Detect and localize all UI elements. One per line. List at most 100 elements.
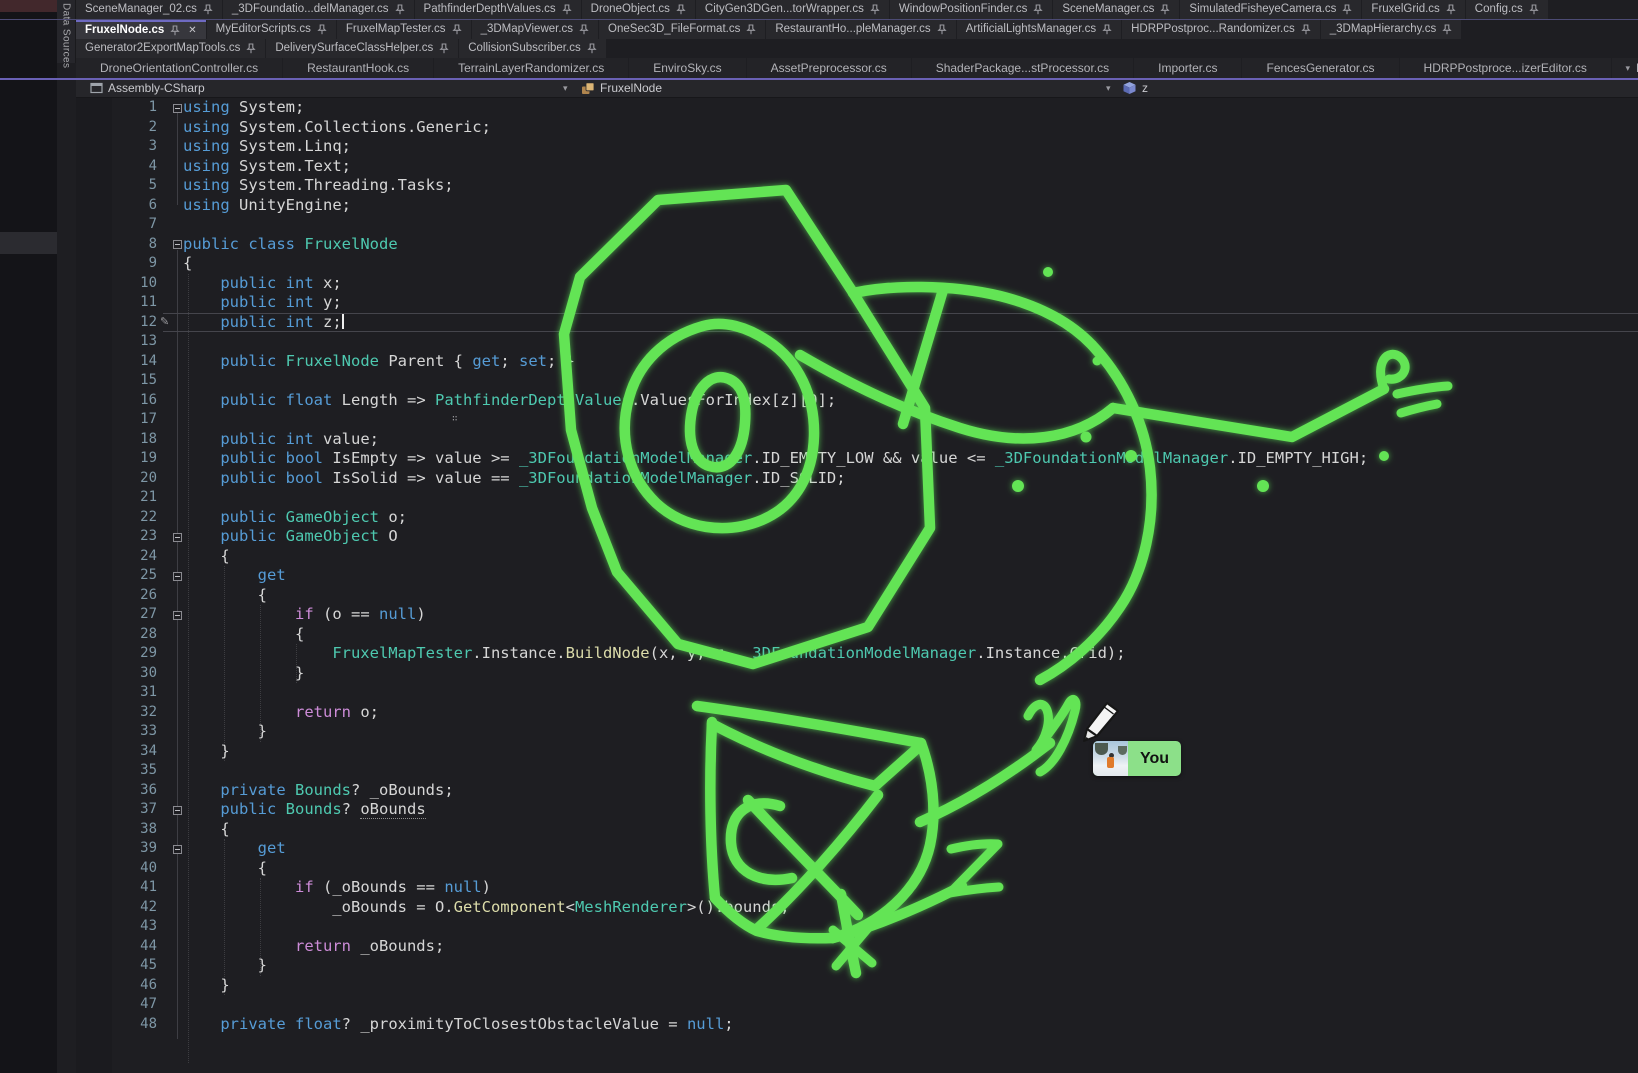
- tab-shaderpackage-stprocessor-cs[interactable]: ShaderPackage...stProcessor.cs: [912, 58, 1133, 78]
- tab-hdrppostproc-randomizer-cs[interactable]: HDRPPostproc...Randomizer.cs: [1122, 20, 1320, 39]
- pin-icon[interactable]: [395, 4, 405, 15]
- tab-label: AssetPreprocessor.cs: [771, 61, 887, 75]
- code-line-34: }: [183, 742, 1638, 762]
- collapse-region-toggle[interactable]: [173, 572, 182, 581]
- tab-row-4: DroneOrientationController.csRestaurantH…: [76, 58, 1638, 78]
- tab-collisionsubscriber-cs[interactable]: CollisionSubscriber.cs: [459, 39, 606, 58]
- pin-icon[interactable]: [1160, 4, 1170, 15]
- pin-icon[interactable]: [1102, 24, 1112, 35]
- tab-pathfinderdepthvalues-cs[interactable]: PathfinderDepthValues.cs: [415, 0, 581, 19]
- pin-icon[interactable]: [203, 4, 213, 15]
- tab-generator2exportmaptools-cs[interactable]: Generator2ExportMapTools.cs: [76, 39, 265, 58]
- tab-scenemanager-02-cs[interactable]: SceneManager_02.cs: [76, 0, 222, 19]
- vs-ide-window: Data Sources SceneManager_02.cs_3DFounda…: [0, 0, 1638, 1073]
- pin-icon[interactable]: [579, 24, 589, 35]
- pin-icon[interactable]: [746, 24, 756, 35]
- collapse-region-toggle[interactable]: [173, 533, 182, 542]
- code-text-area[interactable]: using System;using System.Collections.Ge…: [76, 98, 1638, 1073]
- tab-label: TerrainLayerRandomizer.cs: [458, 61, 604, 75]
- code-line-48: private float? _proximityToClosestObstac…: [183, 1015, 1638, 1035]
- pin-icon[interactable]: [676, 4, 686, 15]
- tab-importer-cs[interactable]: Importer.cs: [1134, 58, 1241, 78]
- tab-artificiallightsmanager-cs[interactable]: ArtificialLightsManager.cs: [957, 20, 1121, 39]
- pin-icon[interactable]: [1342, 4, 1352, 15]
- pin-icon[interactable]: [317, 24, 327, 35]
- collapse-region-toggle[interactable]: [173, 240, 182, 249]
- pin-icon[interactable]: [562, 4, 572, 15]
- tab-label: HDRPPostproce...izerEditor.cs: [1424, 61, 1587, 75]
- current-line-highlight: [163, 313, 1638, 333]
- code-line-33: }: [183, 722, 1638, 742]
- pin-icon[interactable]: [587, 43, 597, 54]
- code-line-10: public int x;: [183, 274, 1638, 294]
- tab-droneobject-cs[interactable]: DroneObject.cs: [582, 0, 695, 19]
- type-dropdown-chevron-icon[interactable]: ▾: [1106, 83, 1111, 94]
- tab-hdrppostproce-izereditor-cs[interactable]: HDRPPostproce...izerEditor.cs: [1400, 58, 1611, 78]
- tab-scenemanager-cs[interactable]: SceneManager.cs: [1053, 0, 1179, 19]
- tab-terrainlayerrandomizer-cs[interactable]: TerrainLayerRandomizer.cs: [434, 58, 628, 78]
- code-line-35: [183, 761, 1638, 781]
- pin-icon[interactable]: [937, 24, 947, 35]
- tab-simulatedfisheyecamera-cs[interactable]: SimulatedFisheyeCamera.cs: [1180, 0, 1361, 19]
- collapse-region-toggle[interactable]: [173, 806, 182, 815]
- project-dropdown-chevron-icon[interactable]: ▾: [563, 83, 568, 94]
- pin-icon[interactable]: [452, 24, 462, 35]
- code-line-26: {: [183, 586, 1638, 606]
- tool-window-tab-data-sources[interactable]: Data Sources: [57, 0, 76, 63]
- member-dropdown[interactable]: z: [1122, 80, 1148, 97]
- pin-icon[interactable]: [246, 43, 256, 54]
- tab-onesec3d-fileformat-cs[interactable]: OneSec3D_FileFormat.cs: [599, 20, 765, 39]
- tab-label: DroneObject.cs: [591, 3, 670, 15]
- tab-fruxelnode-cs[interactable]: FruxelNode.cs ✕: [76, 20, 206, 39]
- code-line-8: public class FruxelNode: [183, 235, 1638, 255]
- tab-label: Importer.cs: [1158, 61, 1217, 75]
- pin-icon[interactable]: [870, 4, 880, 15]
- code-line-27: if (o == null): [183, 605, 1638, 625]
- tab--3dfoundatio-delmanager-cs[interactable]: _3DFoundatio...delManager.cs: [223, 0, 414, 19]
- tab-myeditorscripts-cs[interactable]: MyEditorScripts.cs: [207, 20, 336, 39]
- pin-icon[interactable]: [1033, 4, 1043, 15]
- pin-icon[interactable]: [1442, 24, 1452, 35]
- tab-fencesgenerator-cs[interactable]: FencesGenerator.cs: [1242, 58, 1398, 78]
- project-dropdown[interactable]: Assembly-CSharp: [90, 80, 205, 97]
- class-icon: [581, 82, 595, 95]
- tab--3dmaphierarchy-cs[interactable]: _3DMapHierarchy.cs: [1321, 20, 1462, 39]
- pin-icon[interactable]: [1301, 24, 1311, 35]
- code-line-42: _oBounds = O.GetComponent<MeshRenderer>(…: [183, 898, 1638, 918]
- tab-droneorientationcontroller-cs[interactable]: DroneOrientationController.cs: [76, 58, 282, 78]
- annotation-cursor-label: You: [1093, 741, 1181, 776]
- code-editor[interactable]: 123456789101112✎131415161718192021222324…: [76, 98, 1638, 1073]
- pin-icon[interactable]: [1529, 4, 1539, 15]
- tab-config-cs[interactable]: Config.cs: [1466, 0, 1548, 19]
- project-name: Assembly-CSharp: [108, 81, 205, 95]
- tab-restauranthook-cs[interactable]: RestaurantHook.cs: [283, 58, 433, 78]
- tab-close-icon[interactable]: ✕: [188, 25, 196, 36]
- tab-citygen3dgen-torwrapper-cs[interactable]: CityGen3DGen...torWrapper.cs: [696, 0, 889, 19]
- code-line-19: public bool IsEmpty => value >= _3DFound…: [183, 449, 1638, 469]
- tab-fruxelgrid-cs[interactable]: FruxelGrid.cs: [1362, 0, 1464, 19]
- tab-label: FencesGenerator.cs: [1266, 61, 1374, 75]
- pin-icon[interactable]: [170, 25, 180, 36]
- tab-overflow-icon[interactable]: ▾: [1625, 63, 1630, 74]
- tab-envirosky-cs[interactable]: EnviroSky.cs: [629, 58, 745, 78]
- collapse-region-toggle[interactable]: [173, 104, 182, 113]
- collapse-region-toggle[interactable]: [173, 611, 182, 620]
- code-line-47: [183, 995, 1638, 1015]
- tab-assetpreprocessor-cs[interactable]: AssetPreprocessor.cs: [747, 58, 911, 78]
- tab-fruxelmaptester-cs[interactable]: FruxelMapTester.cs: [337, 20, 471, 39]
- code-line-40: {: [183, 859, 1638, 879]
- tab-restaurantho-plemanager-cs[interactable]: RestaurantHo...pleManager.cs: [766, 20, 955, 39]
- tab-deliverysurfaceclasshelper-cs[interactable]: DeliverySurfaceClassHelper.cs: [266, 39, 458, 58]
- tab--3dmapviewer-cs[interactable]: _3DMapViewer.cs: [472, 20, 598, 39]
- tab-row-2: FruxelNode.cs ✕ MyEditorScripts.csFruxelMa…: [76, 20, 1638, 39]
- navigation-bar: Assembly-CSharp ▾ FruxelNode ▾ z: [76, 80, 1638, 98]
- code-line-1: using System;: [183, 98, 1638, 118]
- tab-windowpositionfinder-cs[interactable]: WindowPositionFinder.cs: [890, 0, 1052, 19]
- collapse-region-toggle[interactable]: [173, 845, 182, 854]
- tab-label: _3DMapViewer.cs: [481, 23, 573, 35]
- pin-icon[interactable]: [439, 43, 449, 54]
- pin-icon[interactable]: [1446, 4, 1456, 15]
- project-icon: [90, 82, 103, 94]
- tab-label: FruxelNode.cs: [85, 24, 164, 36]
- type-dropdown[interactable]: FruxelNode: [581, 80, 662, 97]
